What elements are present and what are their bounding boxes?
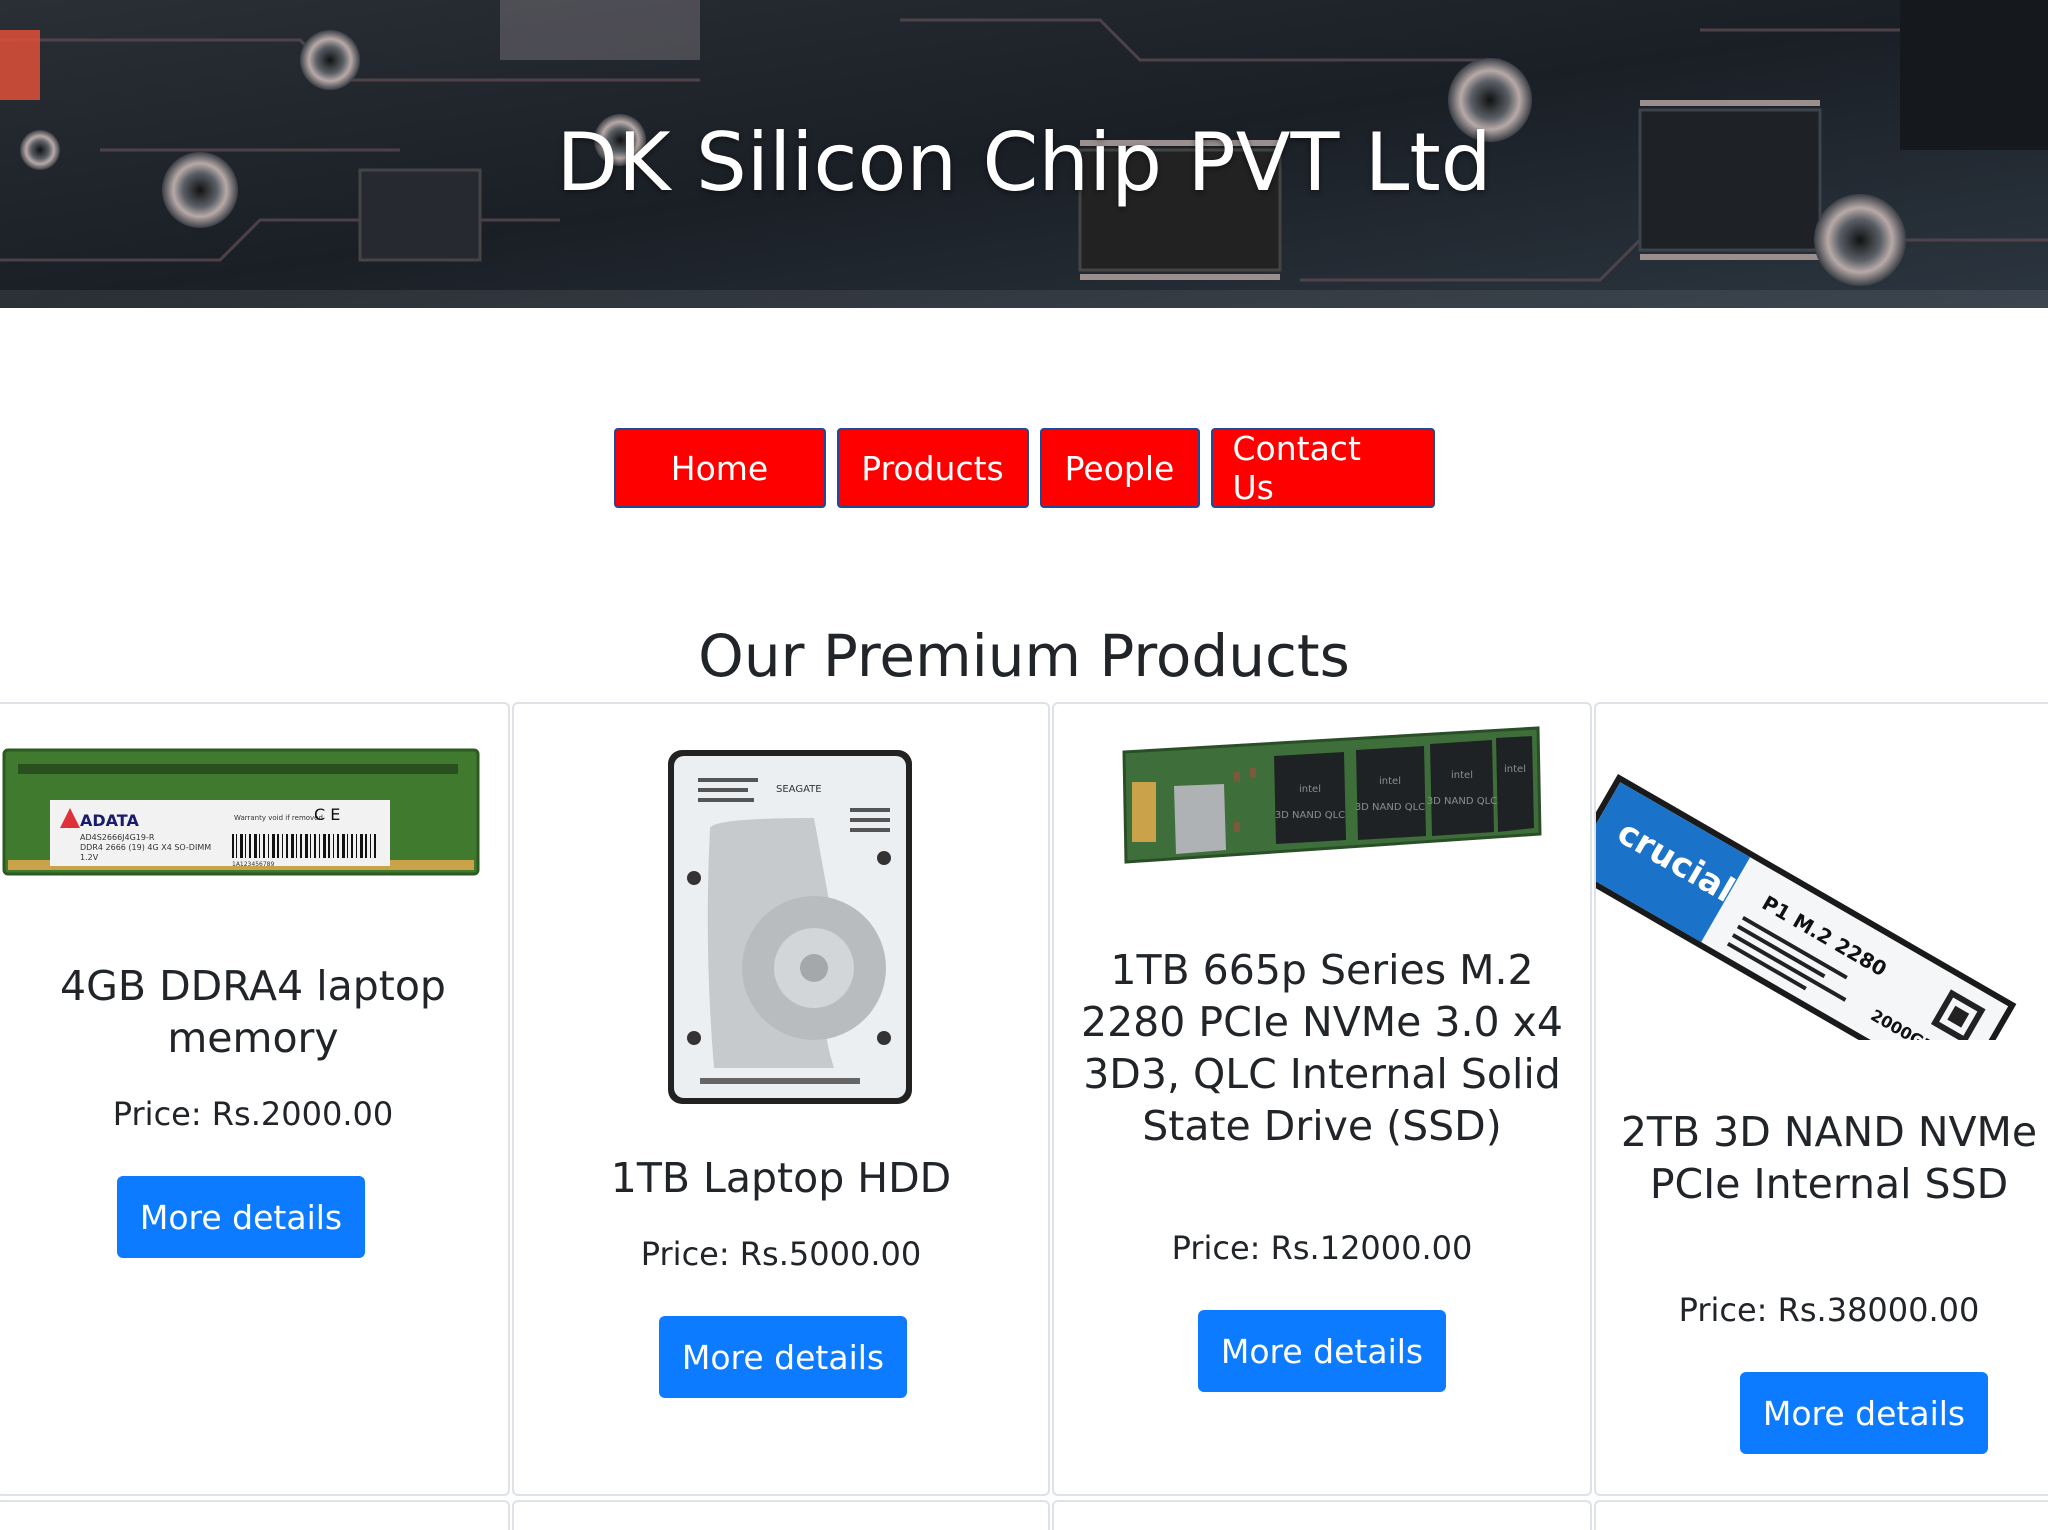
products-heading: Our Premium Products: [698, 622, 1350, 690]
product-card-row2: [1052, 1500, 1592, 1530]
svg-text:1.2V: 1.2V: [80, 853, 99, 862]
product-card-row2: [0, 1500, 510, 1530]
svg-text:3D NAND QLC: 3D NAND QLC: [1355, 802, 1425, 813]
svg-text:AD4S2666J4G19-R: AD4S2666J4G19-R: [80, 833, 155, 842]
svg-text:intel: intel: [1299, 784, 1321, 795]
product-card-hdd: SEAGATE 1TB Laptop HDD Price: Rs.5000.00…: [512, 702, 1050, 1496]
svg-text:Warranty void if removed: Warranty void if removed: [234, 814, 323, 822]
ram-module-image: ADATA AD4S2666J4G19-R DDR4 2666 (19) 4G …: [0, 744, 508, 884]
product-name: 1TB Laptop HDD: [610, 1154, 952, 1202]
main-nav: Home Products People Contact Us: [0, 428, 2048, 508]
nav-products-button[interactable]: Products: [836, 428, 1029, 508]
product-card-intel-ssd: intel 3D NAND QLC intel 3D NAND QLC inte…: [1052, 702, 1592, 1496]
product-card-row2: [512, 1500, 1050, 1530]
product-price: Price: Rs.38000.00: [1678, 1291, 1980, 1329]
product-card-crucial-ssd: crucial P1 M.2 2280 2000GB 2TB 3D NAND N…: [1594, 702, 2048, 1496]
nav-home-button[interactable]: Home: [613, 428, 826, 508]
svg-text:1A123456789: 1A123456789: [232, 861, 274, 868]
site-title: DK Silicon Chip PVT Ltd: [556, 116, 1492, 209]
nav-contact-button[interactable]: Contact Us: [1210, 428, 1435, 508]
more-details-button[interactable]: More details: [1740, 1372, 1988, 1454]
svg-text:intel: intel: [1504, 764, 1526, 775]
intel-ssd-image: intel 3D NAND QLC intel 3D NAND QLC inte…: [1054, 722, 1590, 882]
svg-text:3D NAND QLC: 3D NAND QLC: [1275, 810, 1345, 821]
product-price: Price: Rs.12000.00: [1171, 1229, 1473, 1267]
product-name: 2TB 3D NAND NVMe PCIe Internal SSD: [1620, 1108, 2038, 1208]
more-details-button[interactable]: More details: [659, 1316, 907, 1398]
svg-text:intel: intel: [1379, 776, 1401, 787]
svg-text:ADATA: ADATA: [80, 811, 139, 830]
product-card-row2: [1594, 1500, 2048, 1530]
hero-banner: DK Silicon Chip PVT Ltd: [0, 0, 2048, 308]
more-details-button[interactable]: More details: [1198, 1310, 1446, 1392]
svg-text:3D NAND QLC: 3D NAND QLC: [1427, 796, 1497, 807]
svg-text:intel: intel: [1451, 770, 1473, 781]
product-name: 4GB DDRA4 laptop memory: [60, 962, 446, 1062]
more-details-button[interactable]: More details: [117, 1176, 365, 1258]
product-card-ram: ADATA AD4S2666J4G19-R DDR4 2666 (19) 4G …: [0, 702, 510, 1496]
nav-people-button[interactable]: People: [1039, 428, 1200, 508]
svg-text:SEAGATE: SEAGATE: [776, 784, 822, 795]
hdd-image: SEAGATE: [514, 748, 1048, 1108]
product-name: 1TB 665p Series M.2 2280 PCIe NVMe 3.0 x…: [1080, 946, 1563, 1150]
crucial-ssd-image: crucial P1 M.2 2280 2000GB: [1596, 720, 2048, 1040]
svg-text:C E: C E: [314, 805, 340, 824]
svg-text:DDR4 2666 (19) 4G X4 SO-DIMM: DDR4 2666 (19) 4G X4 SO-DIMM: [80, 843, 211, 852]
product-cards: ADATA AD4S2666J4G19-R DDR4 2666 (19) 4G …: [0, 702, 2048, 1502]
product-price: Price: Rs.5000.00: [640, 1235, 922, 1273]
product-price: Price: Rs.2000.00: [112, 1095, 394, 1133]
